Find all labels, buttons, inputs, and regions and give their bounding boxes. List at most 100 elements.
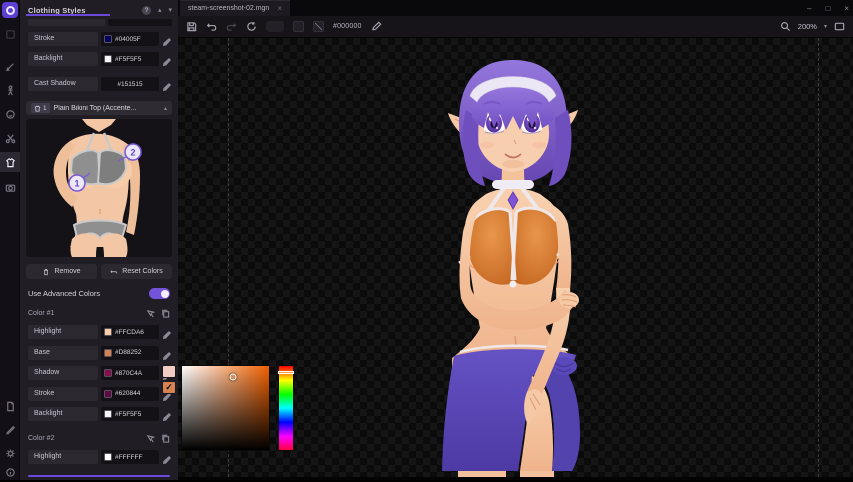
color-well[interactable]: #620844 [101,387,159,401]
row-label: Base [28,346,98,360]
panel-scrollbar[interactable] [28,475,170,477]
panel-menu-icon[interactable]: ▾ [168,6,172,14]
save-icon[interactable] [186,21,197,32]
row-label: Cast Shadow [28,77,98,91]
color-row-backlight: Backlight #F5F5F5 [28,52,172,66]
row-label: Shadow [28,366,98,380]
fill-color-chip[interactable] [293,21,304,32]
reset-icon [110,268,118,276]
color-well[interactable]: #151515 [101,77,159,91]
color-well[interactable]: #04005F [101,32,159,46]
info-icon[interactable] [0,462,20,482]
pencil-icon[interactable] [0,419,20,439]
clothing-preview-image: 1 2 [26,119,172,257]
clothing-icon[interactable] [0,152,20,172]
color-swatch[interactable] [104,369,112,377]
background-hex-value[interactable]: #000000 [333,23,362,30]
help-icon[interactable]: ? [142,6,151,15]
hex-value: #D88252 [115,349,141,356]
redo-icon[interactable] [226,21,237,32]
color-well[interactable]: #870C4A [101,366,159,380]
camera-icon[interactable] [0,177,20,197]
hex-value: #F5F5F5 [115,411,141,418]
color-swatch[interactable] [104,55,112,63]
hue-cursor[interactable] [278,371,294,374]
group-label: Color #2 [28,435,54,442]
zoom-magnifier-icon[interactable] [780,21,791,32]
saturation-value-field[interactable] [181,365,270,451]
svg-text:1: 1 [74,179,79,189]
hex-value: #FFFFFF [115,454,142,461]
advanced-colors-toggle[interactable] [149,288,170,299]
layers-icon[interactable] [0,24,20,44]
color-row-highlight-1: Highlight #FFCDA6 [28,325,172,339]
scissors-icon[interactable] [0,128,20,148]
toolbar-eyedropper-icon[interactable] [371,21,382,32]
color-row-base: Base #D88252 [28,346,172,360]
window-minimize-button[interactable]: – [807,4,811,13]
refresh-icon[interactable] [246,21,257,32]
row-label: Highlight [28,325,98,339]
hue-slider[interactable] [278,365,294,451]
row-label: Stroke [28,32,98,46]
trash-icon [42,268,50,276]
color-group-2-header: Color #2 [28,433,170,444]
hex-value: #870C4A [115,370,142,377]
file-icon[interactable] [0,396,20,416]
color-row-shadow: Shadow #870C4A [28,366,172,380]
pose-icon[interactable] [0,80,20,100]
active-tab-indicator [26,14,110,16]
color-swatch[interactable] [104,35,112,43]
item-title: Plain Bikini Top (Accente... [54,105,160,112]
clothing-item-header[interactable]: 1 Plain Bikini Top (Accente... ▴ [26,101,172,115]
window-close-button[interactable]: × [844,4,849,13]
copy-icon[interactable] [161,309,170,318]
current-color-swatch[interactable]: ✓ [162,381,176,394]
disabled-tool-button[interactable] [266,21,284,32]
color-swatch[interactable] [104,349,112,357]
eyedropper-icon[interactable] [162,348,172,358]
collapse-all-icon[interactable]: ▴ [158,6,162,14]
remove-label: Remove [54,268,80,275]
eyedropper-icon[interactable] [162,54,172,64]
row-label: Highlight [28,450,98,464]
eyedropper-icon[interactable] [162,79,172,89]
canvas-toolbar: #000000 200% ▾ [178,16,853,38]
fit-screen-icon[interactable] [834,21,845,32]
reset-colors-button[interactable]: Reset Colors [101,264,172,279]
eyedropper-icon[interactable] [162,327,172,337]
eyedropper-icon[interactable] [162,34,172,44]
color-row-backlight-1: Backlight #F5F5F5 [28,407,172,421]
previous-color-swatch[interactable] [162,365,176,378]
color-well[interactable]: #F5F5F5 [101,52,159,66]
stroke-color-chip[interactable] [313,21,324,32]
app-logo[interactable] [2,2,18,18]
color-swatch[interactable] [104,410,112,418]
remove-button[interactable]: Remove [26,264,97,279]
settings-gear-icon[interactable] [0,443,20,463]
color-well[interactable]: #F5F5F5 [101,407,159,421]
zoom-dropdown-caret[interactable]: ▾ [824,23,827,30]
color-well[interactable]: #FFFFFF [101,450,159,464]
app-toolbar-strip [0,0,20,480]
tab-close-icon[interactable]: × [277,4,282,13]
sv-cursor[interactable] [230,373,237,380]
color-swatch[interactable] [104,453,112,461]
document-tab[interactable]: steam-screenshot-02.mgn × [180,0,290,16]
undo-icon[interactable] [206,21,217,32]
brush-icon[interactable] [0,56,20,76]
zoom-level-value[interactable]: 200% [798,22,817,31]
face-icon[interactable] [0,104,20,124]
clothing-styles-panel: Clothing Styles ? ▴ ▾ Stroke #04005F Bac… [20,0,178,480]
color-swatch[interactable] [104,328,112,336]
character-artwork [428,58,618,477]
color-swatch[interactable] [104,390,112,398]
color-well[interactable]: #D88252 [101,346,159,360]
collapse-icon[interactable]: ▴ [164,105,167,112]
link-colors-icon[interactable] [146,434,155,443]
use-advanced-colors-label: Use Advanced Colors [28,289,100,298]
color-well[interactable]: #FFCDA6 [101,325,159,339]
item-order-badge: 1 [31,103,50,113]
window-maximize-button[interactable]: □ [825,4,830,13]
link-colors-icon[interactable] [146,309,155,318]
